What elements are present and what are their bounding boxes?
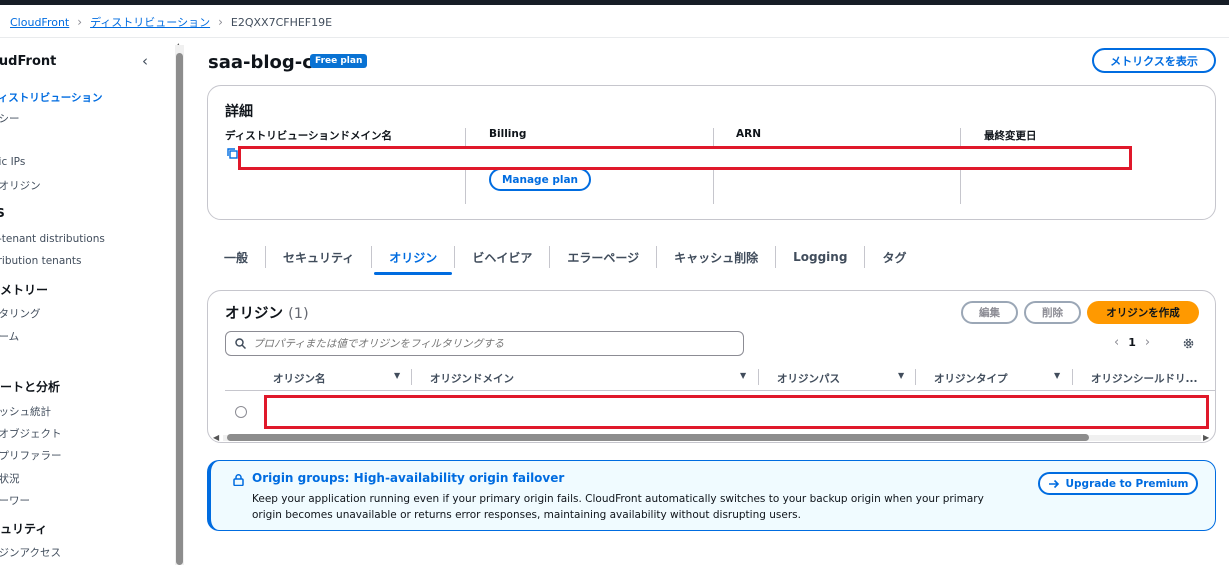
- scroll-left-arrow-icon[interactable]: ◀: [213, 433, 219, 442]
- sidebar-section-reports: ポートと分析: [0, 380, 61, 394]
- sidebar-section-saas: aS: [0, 206, 5, 220]
- sidebar-item-popular-objects[interactable]: 気オブジェクト: [0, 426, 62, 441]
- table-header: オリジン名 ▼ オリジンドメイン ▼ オリジンパス ▼ オリジンタイプ ▼ オリ…: [225, 365, 1215, 391]
- sort-down-icon[interactable]: ▼: [740, 371, 746, 380]
- manage-plan-button[interactable]: Manage plan: [489, 168, 591, 191]
- origins-title-text: オリジン: [225, 306, 283, 322]
- filter-input[interactable]: [253, 337, 723, 350]
- tab-logging[interactable]: Logging: [776, 239, 864, 275]
- top-bar: [0, 0, 1229, 5]
- divider: [758, 369, 759, 385]
- view-metrics-button[interactable]: メトリクスを表示: [1092, 48, 1216, 73]
- sidebar-item-alarms[interactable]: ラーム: [0, 329, 19, 344]
- redaction-box: [264, 395, 1209, 429]
- details-card: 詳細 ディストリビューションドメイン名 Billing ARN 最終変更日 Ma…: [207, 85, 1216, 220]
- tab-origins[interactable]: オリジン: [372, 239, 454, 275]
- page-title: saa-blog-cf: [208, 52, 321, 73]
- info-title: Origin groups: High-availability origin …: [252, 471, 565, 485]
- tab-behaviors[interactable]: ビヘイビア: [455, 239, 549, 275]
- scrollbar-thumb[interactable]: [227, 434, 1089, 441]
- row-select-radio[interactable]: [235, 406, 247, 418]
- column-origin-type[interactable]: オリジンタイプ: [934, 371, 1008, 386]
- breadcrumb: CloudFront › ディストリビューション › E2QXX7CFHEF19…: [10, 12, 332, 32]
- chevron-right-icon: ›: [218, 15, 223, 29]
- sidebar-item-policies[interactable]: リシー: [0, 111, 20, 126]
- sidebar: oudFront ‹ ディストリビューション リシー 数 atic IPs C …: [0, 38, 186, 565]
- tab-error-pages[interactable]: エラーページ: [550, 239, 656, 275]
- sidebar-item-cache-stats[interactable]: ャッシュ統計: [0, 404, 51, 419]
- sidebar-item-distribution-tenants[interactable]: stribution tenants: [0, 255, 82, 267]
- tab-invalidations[interactable]: キャッシュ削除: [657, 239, 775, 275]
- column-origin-shield[interactable]: オリジンシールドリ...: [1091, 371, 1197, 386]
- edit-button[interactable]: 編集: [961, 301, 1018, 324]
- collapse-sidebar-icon[interactable]: ‹: [142, 52, 148, 70]
- info-alert: Origin groups: High-availability origin …: [207, 460, 1216, 531]
- sidebar-item-distributions[interactable]: ディストリビューション: [0, 90, 103, 105]
- sort-down-icon[interactable]: ▼: [898, 371, 904, 380]
- current-page[interactable]: 1: [1128, 336, 1136, 349]
- column-origin-domain[interactable]: オリジンドメイン: [430, 371, 514, 386]
- sidebar-item-monitoring[interactable]: ニタリング: [0, 306, 41, 321]
- sort-down-icon[interactable]: ▼: [394, 371, 400, 380]
- sidebar-section-security: キュリティ: [0, 522, 48, 536]
- origins-count: (1): [288, 306, 309, 322]
- details-label-last-modified: 最終変更日: [984, 130, 1037, 142]
- arrow-right-icon: [1048, 479, 1059, 488]
- origins-title: オリジン (1): [225, 302, 309, 323]
- column-origin-name[interactable]: オリジン名: [273, 371, 326, 386]
- horizontal-scrollbar[interactable]: ◀ ▶: [213, 433, 1212, 442]
- breadcrumb-distributions[interactable]: ディストリビューション: [90, 14, 210, 30]
- tab-tags[interactable]: タグ: [865, 239, 923, 275]
- details-title: 詳細: [225, 104, 253, 120]
- scroll-right-arrow-icon[interactable]: ▶: [1203, 433, 1209, 442]
- scrollbar-thumb[interactable]: [176, 53, 183, 565]
- tab-bar: 一般 セキュリティ オリジン ビヘイビア エラーページ キャッシュ削除 Logg…: [207, 239, 923, 275]
- upgrade-button[interactable]: Upgrade to Premium: [1038, 472, 1198, 495]
- breadcrumb-cloudfront[interactable]: CloudFront: [10, 16, 69, 29]
- sidebar-item-top-referrers[interactable]: ップリファラー: [0, 448, 62, 463]
- sidebar-section-telemetry: レメトリー: [0, 283, 49, 297]
- search-icon: [235, 338, 246, 349]
- copy-icon[interactable]: [227, 148, 238, 159]
- sidebar-item-usage[interactable]: 用状況: [0, 471, 20, 486]
- tab-general[interactable]: 一般: [207, 239, 265, 275]
- divider: [915, 369, 916, 385]
- chevron-right-icon: ›: [77, 15, 83, 29]
- redaction-box: [238, 146, 1132, 170]
- sidebar-title: oudFront: [0, 54, 57, 69]
- divider: [1072, 369, 1073, 385]
- details-label-domain: ディストリビューションドメイン名: [225, 130, 393, 142]
- tab-security[interactable]: セキュリティ: [266, 239, 371, 275]
- details-label-billing: Billing: [489, 128, 527, 140]
- delete-button[interactable]: 削除: [1024, 301, 1081, 324]
- upgrade-label: Upgrade to Premium: [1065, 477, 1189, 490]
- sidebar-item-viewers[interactable]: ューワー: [0, 493, 30, 508]
- details-label-arn: ARN: [736, 128, 761, 140]
- prev-page-icon[interactable]: ‹: [1114, 335, 1119, 350]
- lock-icon: [233, 474, 244, 486]
- next-page-icon[interactable]: ›: [1145, 335, 1150, 350]
- sort-down-icon[interactable]: ▼: [1054, 371, 1060, 380]
- sidebar-item-vpc-origins[interactable]: C オリジン: [0, 178, 41, 193]
- pagination: ‹ 1 ›: [1105, 335, 1159, 350]
- sidebar-item-static-ips[interactable]: atic IPs: [0, 156, 25, 168]
- divider: [411, 369, 412, 385]
- info-text: Keep your application running even if yo…: [252, 493, 984, 521]
- gear-icon[interactable]: [1182, 337, 1195, 350]
- sidebar-item-origin-access[interactable]: リジンアクセス: [0, 545, 61, 560]
- breadcrumb-current: E2QXX7CFHEF19E: [230, 15, 333, 29]
- column-origin-path[interactable]: オリジンパス: [777, 371, 840, 386]
- sidebar-item-multi-tenant[interactable]: lti-tenant distributions: [0, 233, 105, 245]
- filter-field[interactable]: [225, 331, 744, 356]
- sidebar-scrollbar[interactable]: [175, 45, 184, 565]
- origins-card: オリジン (1) 編集 削除 オリジンを作成 ‹ 1 › オリジン名 ▼ オリジ…: [207, 290, 1216, 443]
- create-origin-button[interactable]: オリジンを作成: [1087, 301, 1199, 324]
- plan-badge: Free plan: [310, 54, 368, 68]
